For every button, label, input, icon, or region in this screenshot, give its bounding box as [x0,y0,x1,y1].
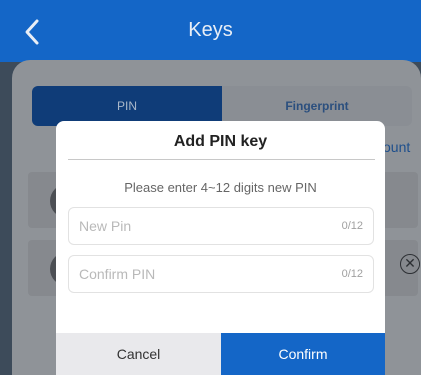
delete-icon[interactable]: ✕ [400,254,420,274]
confirm-button[interactable]: Confirm [221,333,385,375]
app-header: Keys [0,0,421,62]
count-label: ount [383,139,411,155]
dialog-hint: Please enter 4~12 digits new PIN [124,180,317,195]
page-title: Keys [188,19,233,41]
new-pin-field: 0/12 [68,207,374,245]
cancel-button[interactable]: Cancel [56,333,221,375]
confirm-pin-input[interactable] [69,256,319,292]
new-pin-input[interactable] [69,208,319,244]
divider [68,159,375,160]
add-pin-dialog: Add PIN key Please enter 4~12 digits new… [56,121,385,375]
new-pin-counter: 0/12 [341,220,363,232]
dialog-actions: Cancel Confirm [56,333,385,375]
tab-fingerprint[interactable]: Fingerprint [222,86,412,126]
key-type-tabs: PIN Fingerprint [32,86,412,126]
confirm-pin-field: 0/12 [68,255,374,293]
confirm-pin-counter: 0/12 [341,268,363,280]
tab-pin[interactable]: PIN [32,86,222,126]
dialog-title: Add PIN key [173,133,268,150]
